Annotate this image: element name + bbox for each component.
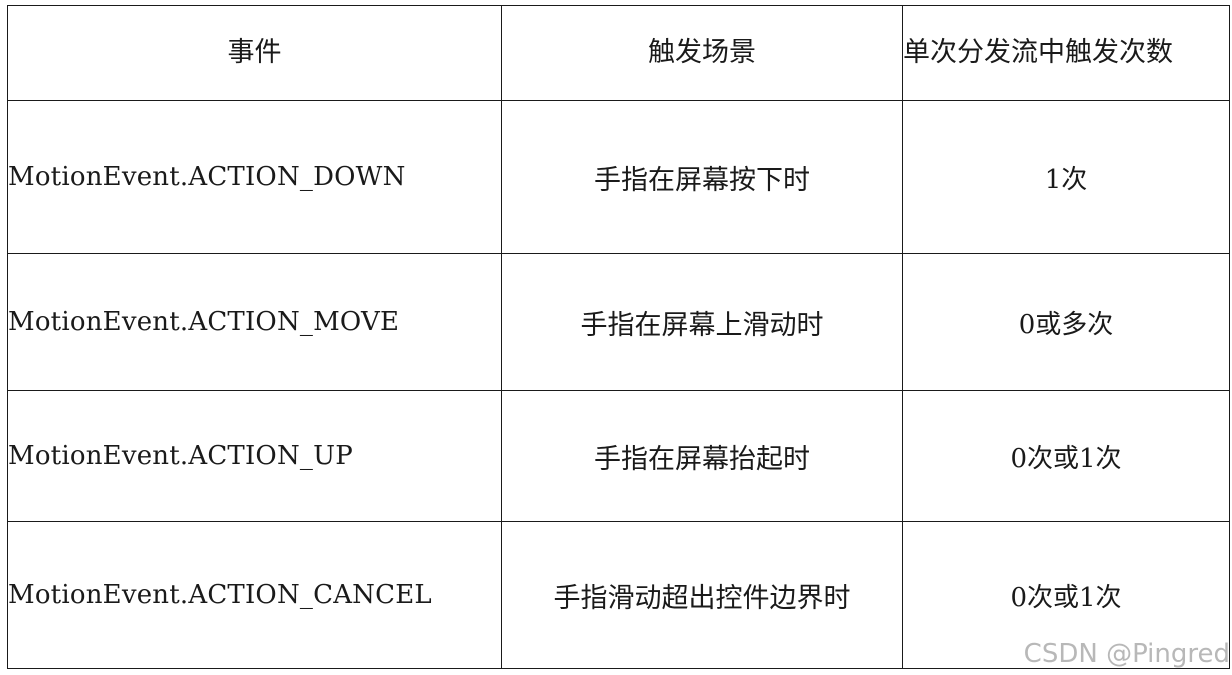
event-table: 事件 触发场景 单次分发流中触发次数 MotionEvent.ACTION_DO… bbox=[7, 5, 1230, 669]
event-name: MotionEvent.ACTION_UP bbox=[7, 390, 502, 522]
table-header-row: 事件 触发场景 单次分发流中触发次数 bbox=[7, 5, 1230, 101]
header-count: 单次分发流中触发次数 bbox=[902, 5, 1230, 101]
table-row: MotionEvent.ACTION_MOVE 手指在屏幕上滑动时 0或多次 bbox=[7, 253, 1230, 391]
header-scene: 触发场景 bbox=[501, 5, 903, 101]
event-name: MotionEvent.ACTION_DOWN bbox=[7, 100, 502, 254]
trigger-count: 1次 bbox=[902, 100, 1230, 254]
header-event: 事件 bbox=[7, 5, 502, 101]
trigger-count: 0或多次 bbox=[902, 253, 1230, 391]
trigger-scene: 手指在屏幕上滑动时 bbox=[501, 253, 903, 391]
event-name: MotionEvent.ACTION_MOVE bbox=[7, 253, 502, 391]
watermark: CSDN @Pingred bbox=[1023, 639, 1230, 669]
trigger-scene: 手指滑动超出控件边界时 bbox=[501, 521, 903, 669]
trigger-scene: 手指在屏幕按下时 bbox=[501, 100, 903, 254]
event-name: MotionEvent.ACTION_CANCEL bbox=[7, 521, 502, 669]
table-row: MotionEvent.ACTION_DOWN 手指在屏幕按下时 1次 bbox=[7, 100, 1230, 254]
trigger-scene: 手指在屏幕抬起时 bbox=[501, 390, 903, 522]
trigger-count: 0次或1次 bbox=[902, 390, 1230, 522]
table-row: MotionEvent.ACTION_UP 手指在屏幕抬起时 0次或1次 bbox=[7, 390, 1230, 522]
